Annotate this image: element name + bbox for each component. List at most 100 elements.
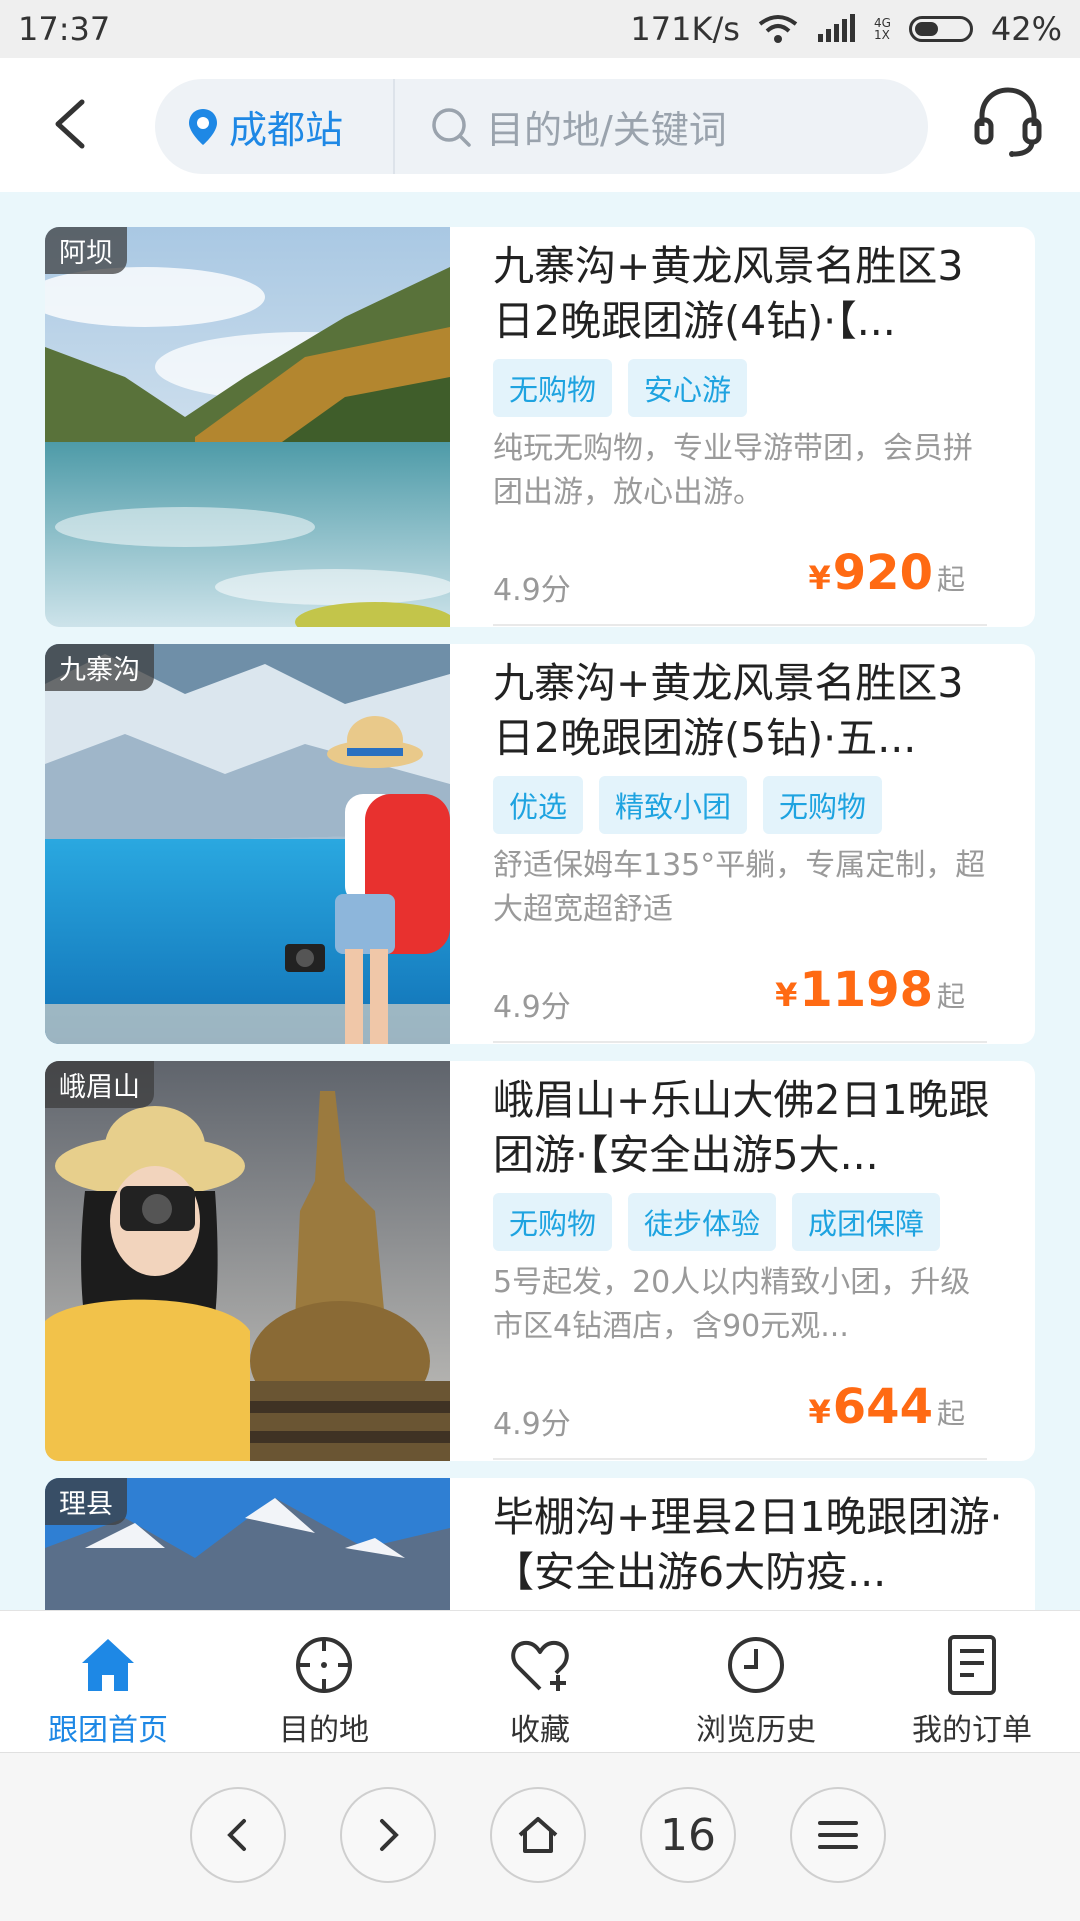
- product-image: 峨眉山: [45, 1061, 450, 1461]
- product-price: ¥ 644 起: [809, 1379, 965, 1435]
- nav-label: 浏览历史: [696, 1713, 816, 1748]
- battery-percent: 42%: [990, 10, 1062, 48]
- product-score: 4.9分: [493, 1407, 571, 1442]
- product-tag: 无购物: [493, 359, 613, 417]
- nav-label: 跟团首页: [48, 1713, 168, 1748]
- browser-back-button[interactable]: [190, 1787, 286, 1883]
- signal-icon: [817, 14, 855, 42]
- product-card[interactable]: 阿坝 九寨沟+黄龙风景名胜区3日2晚跟团游(4钻)·【... 无购物 安心游 纯…: [45, 227, 1035, 627]
- price-currency: ¥: [808, 1393, 831, 1431]
- chevron-left-icon: [227, 1819, 246, 1851]
- product-tag: 徒步体验: [628, 1193, 777, 1251]
- price-currency: ¥: [775, 976, 798, 1014]
- nav-destination[interactable]: 目的地: [216, 1611, 432, 1753]
- status-bar: 17:37 171K/s 4G 1X 42%: [0, 0, 1080, 58]
- nav-favorites[interactable]: 收藏: [432, 1611, 648, 1753]
- product-tag: 精致小团: [599, 776, 748, 834]
- product-score: 4.9分: [493, 573, 571, 608]
- search-divider: [393, 79, 395, 174]
- product-list: 阿坝 九寨沟+黄龙风景名胜区3日2晚跟团游(4钻)·【... 无购物 安心游 纯…: [0, 192, 1080, 1610]
- network-speed: 171K/s: [630, 10, 740, 48]
- product-tag: 安心游: [628, 359, 748, 417]
- nav-label: 我的订单: [912, 1713, 1032, 1748]
- browser-forward-button[interactable]: [340, 1787, 436, 1883]
- wifi-icon: [758, 15, 798, 43]
- city-selector[interactable]: 成都站: [187, 79, 343, 174]
- product-description: 5号起发，20人以内精致小团，升级市区4钻酒店，含90元观...: [493, 1265, 971, 1344]
- price-value: 644: [832, 1379, 933, 1435]
- product-info: 九寨沟+黄龙风景名胜区3日2晚跟团游(4钻)·【... 无购物 安心游 纯玩无购…: [493, 227, 1013, 627]
- chevron-right-icon: [380, 1819, 399, 1851]
- tab-count: 16: [660, 1809, 716, 1861]
- product-title: 九寨沟+黄龙风景名胜区3日2晚跟团游(5钻)·五...: [493, 659, 964, 762]
- browser-home-button[interactable]: [490, 1787, 586, 1883]
- location-tag: 阿坝: [45, 227, 127, 274]
- network-bottom: 1X: [873, 28, 890, 42]
- browser-toolbar: 16: [0, 1752, 1080, 1921]
- product-image: 九寨沟: [45, 644, 450, 1044]
- product-info: 峨眉山+乐山大佛2日1晚跟团游·【安全出游5大... 无购物 徒步体验 成团保障…: [493, 1061, 1013, 1461]
- product-description: 纯玩无购物，专业导游带团，会员拼团出游，放心出游。: [493, 431, 973, 510]
- network-type: 4G 1X: [874, 17, 891, 41]
- browser-menu-button[interactable]: [790, 1787, 886, 1883]
- product-title: 毕棚沟+理县2日1晚跟团游·【安全出游6大防疫...: [493, 1493, 1003, 1596]
- price-suffix: 起: [936, 980, 965, 1013]
- nav-label: 收藏: [510, 1713, 570, 1748]
- city-label: 成都站: [229, 108, 344, 152]
- nav-label: 目的地: [279, 1713, 369, 1748]
- product-price: ¥ 920 起: [809, 545, 965, 601]
- card-divider: [493, 1041, 987, 1043]
- product-image: 理县: [45, 1478, 450, 1610]
- location-tag: 九寨沟: [45, 644, 154, 691]
- product-tag: 无购物: [763, 776, 883, 834]
- top-header: 成都站 目的地/关键词: [0, 58, 1080, 192]
- back-button[interactable]: [42, 94, 102, 154]
- location-pin-icon: [189, 108, 217, 145]
- order-list-icon: [948, 1635, 996, 1695]
- product-tags: 无购物 安心游: [493, 359, 748, 417]
- location-tag: 峨眉山: [45, 1061, 154, 1108]
- price-value: 1198: [799, 962, 933, 1018]
- nav-history[interactable]: 浏览历史: [648, 1611, 864, 1753]
- product-description: 舒适保姆车135°平躺，专属定制，超大超宽超舒适: [493, 848, 986, 927]
- product-tag: 无购物: [493, 1193, 613, 1251]
- product-price: ¥ 1198 起: [775, 962, 965, 1018]
- battery-icon: [908, 16, 973, 42]
- product-title: 九寨沟+黄龙风景名胜区3日2晚跟团游(4钻)·【...: [493, 242, 964, 345]
- search-placeholder: 目的地/关键词: [486, 108, 727, 152]
- heart-plus-icon: [511, 1640, 569, 1691]
- price-suffix: 起: [936, 563, 965, 596]
- product-score: 4.9分: [493, 990, 571, 1025]
- price-currency: ¥: [808, 559, 831, 597]
- crosshair-icon: [296, 1637, 352, 1693]
- product-tag: 成团保障: [792, 1193, 941, 1251]
- clock-icon: [728, 1637, 784, 1693]
- product-tag: 优选: [493, 776, 584, 834]
- nav-home[interactable]: 跟团首页: [0, 1611, 216, 1753]
- price-value: 920: [832, 545, 933, 601]
- product-card[interactable]: 峨眉山 峨眉山+乐山大佛2日1晚跟团游·【安全出游5大... 无购物 徒步体验 …: [45, 1061, 1035, 1461]
- customer-service-button[interactable]: [972, 86, 1044, 158]
- bottom-navigation: 跟团首页 目的地 收藏 浏览历史 我的订单: [0, 1610, 1080, 1753]
- product-tags: 无购物 徒步体验 成团保障: [493, 1193, 941, 1251]
- status-right: 171K/s 4G 1X 42%: [630, 10, 1062, 48]
- nav-orders[interactable]: 我的订单: [864, 1611, 1080, 1753]
- status-time: 17:37: [18, 10, 111, 48]
- card-divider: [493, 1458, 987, 1460]
- home-outline-icon: [518, 1817, 558, 1853]
- product-card[interactable]: 九寨沟 九寨沟+黄龙风景名胜区3日2晚跟团游(5钻)·五... 优选 精致小团 …: [45, 644, 1035, 1044]
- card-divider: [493, 624, 987, 626]
- product-info: 九寨沟+黄龙风景名胜区3日2晚跟团游(5钻)·五... 优选 精致小团 无购物 …: [493, 644, 1013, 1044]
- menu-icon: [818, 1821, 858, 1849]
- price-suffix: 起: [936, 1397, 965, 1430]
- product-card[interactable]: 理县 毕棚沟+理县2日1晚跟团游·【安全出游6大防疫...: [45, 1478, 1035, 1610]
- location-tag: 理县: [45, 1478, 127, 1525]
- search-icon: [432, 107, 471, 147]
- product-tags: 优选 精致小团 无购物: [493, 776, 883, 834]
- browser-tabs-button[interactable]: 16: [640, 1787, 736, 1883]
- product-image: 阿坝: [45, 227, 450, 627]
- product-info: 毕棚沟+理县2日1晚跟团游·【安全出游6大防疫...: [493, 1478, 1013, 1610]
- home-icon: [82, 1639, 134, 1691]
- search-input[interactable]: 目的地/关键词: [430, 79, 727, 174]
- search-box: 成都站 目的地/关键词: [155, 79, 928, 174]
